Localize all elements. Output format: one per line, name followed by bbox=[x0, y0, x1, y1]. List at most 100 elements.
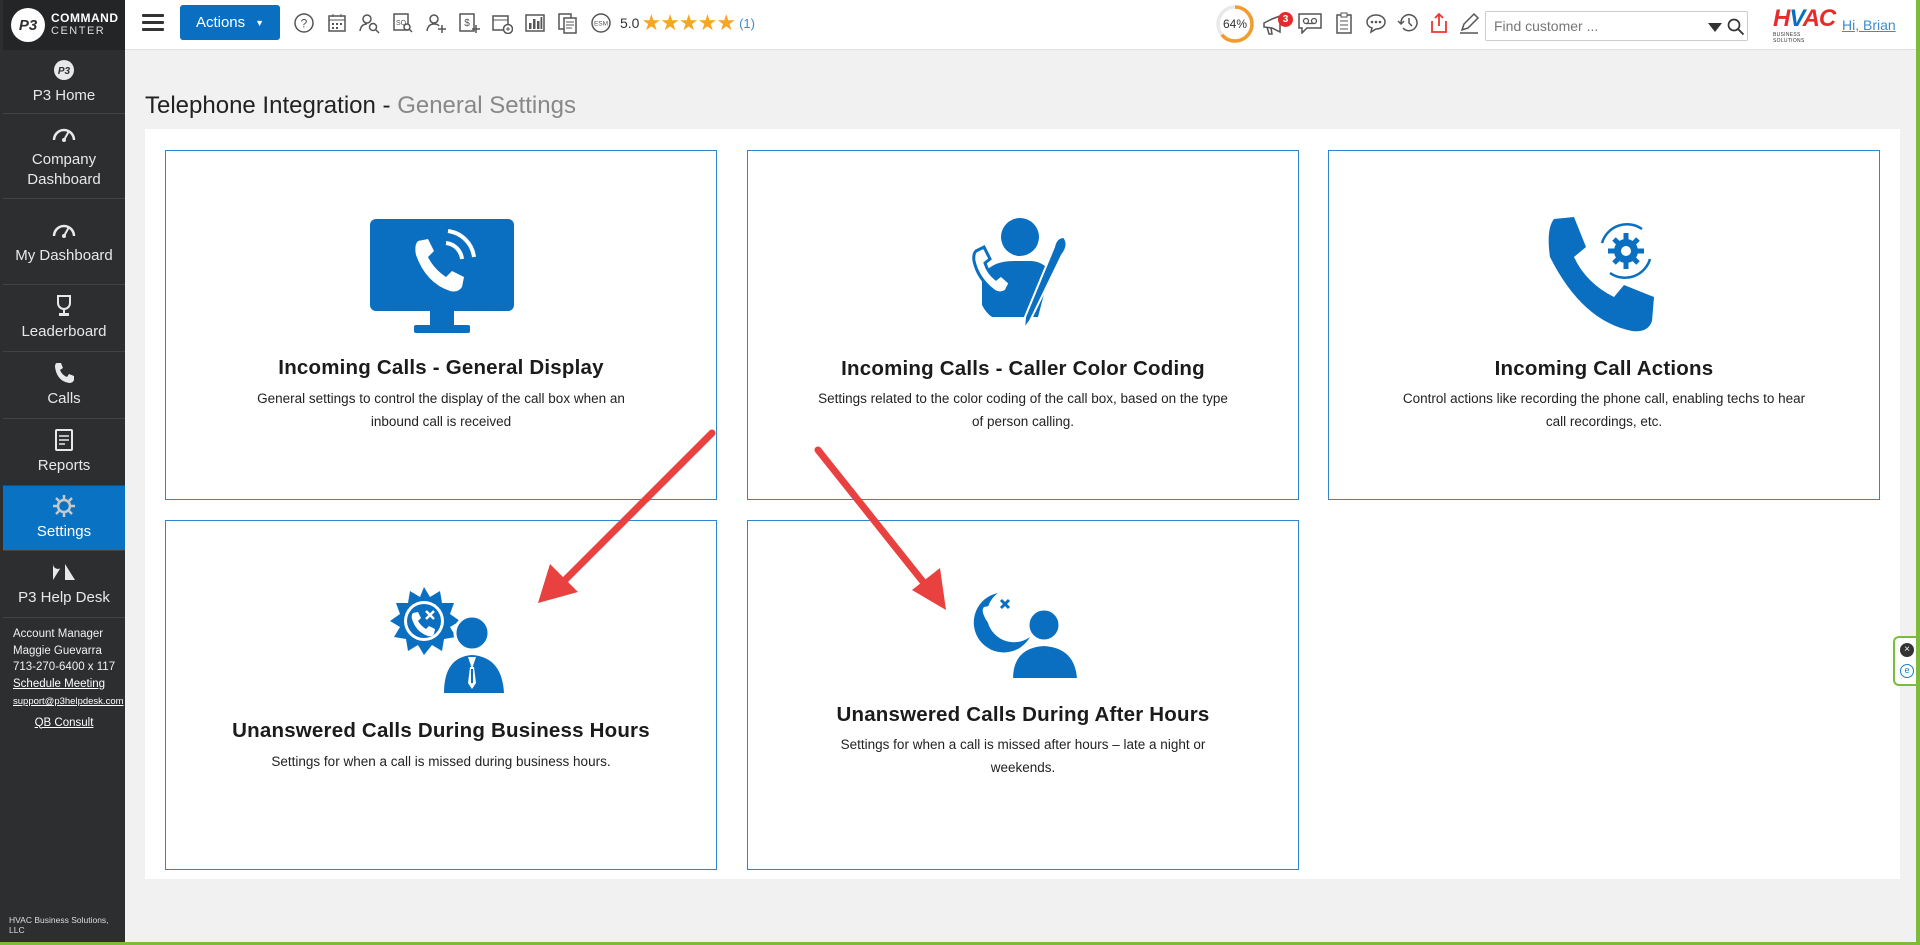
sq-search-icon[interactable]: SQ bbox=[392, 12, 414, 34]
sidebar-item-label: P3 Help Desk bbox=[18, 589, 110, 606]
sidebar-footer: HVAC Business Solutions, LLC bbox=[9, 915, 109, 935]
sidebar-item-p3-help-desk[interactable]: P3 Help Desk bbox=[3, 551, 125, 618]
window-frame-right bbox=[1916, 0, 1920, 945]
sidebar-item-p3-home[interactable]: P3 P3 Home bbox=[3, 50, 125, 114]
page-title: Telephone Integration - General Settings bbox=[145, 92, 576, 120]
account-manager-panel: Account Manager Maggie Guevarra 713-270-… bbox=[3, 618, 125, 731]
progress-value: 64% bbox=[1222, 17, 1248, 31]
search-icon[interactable] bbox=[1727, 18, 1745, 36]
actions-label: Actions bbox=[195, 14, 246, 31]
card-incoming-general-display[interactable]: Incoming Calls - General Display General… bbox=[165, 150, 717, 500]
sidebar-item-label: Settings bbox=[36, 523, 92, 540]
star-rating-icon: ★★★★★ bbox=[641, 10, 736, 35]
sidebar-item-label: Leaderboard bbox=[21, 323, 107, 340]
actions-dropdown-button[interactable]: Actions ▼ bbox=[180, 5, 280, 40]
user-search-icon[interactable] bbox=[359, 12, 381, 34]
e-circle-icon[interactable]: e bbox=[1900, 664, 1914, 678]
progress-ring[interactable]: 64% bbox=[1215, 4, 1255, 44]
card-title: Incoming Calls - Caller Color Coding bbox=[841, 357, 1205, 380]
search-dropdown-icon[interactable] bbox=[1708, 23, 1722, 32]
p3-logo-icon: P3 bbox=[11, 8, 45, 42]
rating-widget[interactable]: 5.0 ★★★★★ (1) bbox=[620, 10, 755, 35]
page-title-sub: General Settings bbox=[397, 92, 576, 119]
add-event-icon[interactable] bbox=[491, 12, 513, 34]
customer-search-input[interactable] bbox=[1486, 12, 1686, 40]
notification-badge: 3 bbox=[1278, 12, 1293, 27]
card-unanswered-after-hours[interactable]: Unanswered Calls During After Hours Sett… bbox=[747, 520, 1299, 870]
card-desc-line: inbound call is received bbox=[370, 414, 512, 429]
card-title: Unanswered Calls During Business Hours bbox=[232, 719, 650, 742]
sidebar-item-my-dashboard[interactable]: My Dashboard bbox=[3, 199, 125, 285]
card-desc-line: call recordings, etc. bbox=[1545, 414, 1663, 429]
page-title-main: Telephone Integration - bbox=[145, 92, 398, 119]
export-icon[interactable] bbox=[1428, 12, 1450, 34]
chat-icon[interactable] bbox=[1365, 12, 1387, 34]
sidebar-item-calls[interactable]: Calls bbox=[3, 352, 125, 419]
caller-paintbrush-icon bbox=[972, 218, 1068, 333]
hamburger-menu-icon[interactable] bbox=[142, 14, 164, 32]
card-unanswered-business-hours[interactable]: Unanswered Calls During Business Hours S… bbox=[165, 520, 717, 870]
card-title: Incoming Calls - General Display bbox=[278, 356, 604, 379]
voicemail-icon[interactable] bbox=[1297, 12, 1323, 34]
card-desc-line: Settings for when a call is missed durin… bbox=[271, 754, 611, 769]
add-user-icon[interactable] bbox=[425, 12, 447, 34]
sidebar-item-label: P3 Home bbox=[32, 86, 96, 104]
logo-line1: COMMAND bbox=[51, 11, 119, 25]
sidebar-item-reports[interactable]: Reports bbox=[3, 419, 125, 486]
qb-consult-link[interactable]: QB Consult bbox=[13, 715, 125, 732]
account-manager-name: Maggie Guevarra bbox=[13, 644, 102, 657]
zendesk-icon bbox=[53, 564, 75, 580]
moon-missed-call-user-icon bbox=[973, 593, 1080, 679]
help-icon[interactable]: ? bbox=[293, 12, 315, 34]
sun-missed-call-user-icon bbox=[390, 587, 504, 693]
svg-text:?: ? bbox=[301, 17, 308, 31]
card-title: Incoming Call Actions bbox=[1494, 357, 1714, 380]
gauge-icon bbox=[52, 128, 76, 142]
report-icon bbox=[55, 429, 73, 451]
trophy-icon bbox=[57, 295, 71, 316]
account-manager-phone: 713-270-6400 x 117 bbox=[13, 661, 116, 673]
user-greeting-link[interactable]: Hi, Brian bbox=[1842, 17, 1896, 33]
support-email-link[interactable]: support@p3helpdesk.com bbox=[13, 694, 125, 711]
card-description: Settings related to the color coding of … bbox=[803, 387, 1243, 433]
clipboard-icon[interactable] bbox=[1333, 12, 1355, 34]
rating-value: 5.0 bbox=[620, 15, 640, 31]
svg-text:ESM: ESM bbox=[594, 21, 608, 28]
sidebar-item-leaderboard[interactable]: Leaderboard bbox=[3, 285, 125, 352]
topbar: Actions ▼ ? SQ $ ESM 5.0 ★★★★★ (1) 64% 3… bbox=[125, 0, 1920, 50]
p3-logo-icon: P3 bbox=[54, 59, 74, 80]
sidebar-item-settings[interactable]: Settings bbox=[3, 486, 125, 551]
card-description: Settings for when a call is missed durin… bbox=[221, 750, 661, 773]
edit-pencil-icon[interactable] bbox=[1458, 12, 1480, 34]
rating-count-link[interactable]: (1) bbox=[739, 16, 755, 31]
add-invoice-icon[interactable]: $ bbox=[458, 12, 480, 34]
gear-icon bbox=[53, 495, 75, 517]
card-caller-color-coding[interactable]: Incoming Calls - Caller Color Coding Set… bbox=[747, 150, 1299, 500]
card-desc-line: Settings for when a call is missed after… bbox=[840, 737, 1206, 752]
documents-icon[interactable] bbox=[557, 12, 579, 34]
app-logo[interactable]: P3 COMMAND CENTER bbox=[3, 0, 125, 50]
sidebar-item-label: Calls bbox=[47, 390, 81, 407]
sidebar-item-label: Reports bbox=[37, 457, 91, 474]
history-icon[interactable] bbox=[1397, 12, 1419, 34]
customer-search bbox=[1485, 11, 1748, 41]
sidebar-item-label: Company Dashboard bbox=[27, 151, 101, 188]
phone-gear-icon bbox=[1548, 217, 1654, 332]
card-desc-line: of person calling. bbox=[971, 414, 1075, 429]
card-desc-line: Settings related to the color coding of … bbox=[818, 391, 1228, 406]
bar-chart-icon[interactable] bbox=[524, 12, 546, 34]
sidebar: P3 COMMAND CENTER P3 P3 Home Company Das… bbox=[0, 0, 125, 945]
calendar-icon[interactable] bbox=[326, 12, 348, 34]
hvac-brand-logo: HVAC BUSINESS SOLUTIONS bbox=[1773, 6, 1836, 45]
close-circle-icon[interactable]: × bbox=[1900, 643, 1914, 657]
card-desc-line: Control actions like recording the phone… bbox=[1402, 391, 1806, 406]
schedule-meeting-link[interactable]: Schedule Meeting bbox=[13, 676, 125, 693]
card-incoming-call-actions[interactable]: Incoming Call Actions Control actions li… bbox=[1328, 150, 1880, 500]
card-description: Control actions like recording the phone… bbox=[1384, 387, 1824, 433]
settings-panel: Incoming Calls - General Display General… bbox=[145, 129, 1900, 879]
sidebar-item-company-dashboard[interactable]: Company Dashboard bbox=[3, 114, 125, 199]
brand-tagline: BUSINESS SOLUTIONS bbox=[1773, 32, 1805, 44]
card-description: General settings to control the display … bbox=[241, 387, 641, 433]
esm-icon[interactable]: ESM bbox=[590, 12, 612, 34]
monitor-phone-icon bbox=[370, 219, 514, 333]
